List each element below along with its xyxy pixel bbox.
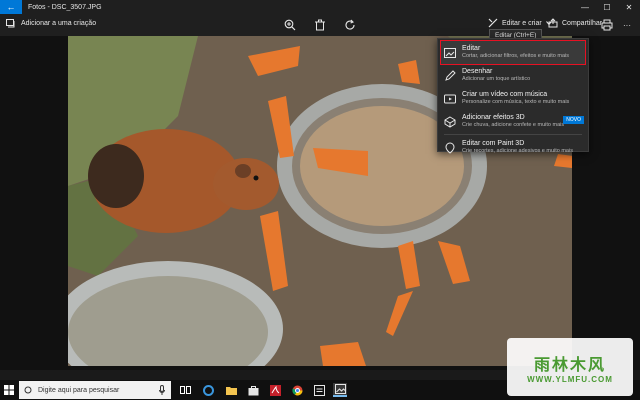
add-to-creation-button[interactable]: Adicionar a uma criação [6,18,96,28]
menu-item-label: Adicionar efeitos 3D [462,114,525,121]
store-icon [248,385,258,395]
share-label: Compartilhar [562,19,603,27]
edge-button[interactable] [201,383,215,397]
edit-create-label: Editar e criar [502,19,542,27]
edit-create-button[interactable]: Editar e criar [488,18,552,28]
print-button[interactable] [600,18,614,32]
close-button[interactable]: ✕ [618,0,640,14]
add-to-creation-icon [6,19,15,28]
back-button[interactable]: ← [0,0,22,14]
3d-effects-icon [444,116,456,128]
window-controls: — ☐ ✕ [574,0,640,14]
print-icon [601,19,613,31]
edit-create-menu: Editar Cortar, adicionar filtros, efeito… [437,38,589,154]
chrome-button[interactable] [290,383,304,397]
watermark-chinese-text: 雨林木风 [533,354,606,374]
image-edit-icon [444,48,456,58]
edge-icon [202,384,214,396]
windows-logo-icon [4,385,14,395]
photos-icon [334,384,346,394]
file-explorer-button[interactable] [224,383,238,397]
folder-icon [225,386,237,395]
minimize-button[interactable]: — [574,0,596,14]
window-title: Fotos - DSC_3507.JPG [28,3,102,11]
start-button[interactable] [2,383,16,397]
sticky-notes-icon [313,384,325,396]
menu-item-label: Desenhar [462,68,493,75]
acrobat-icon [269,384,281,396]
video-icon [444,94,456,104]
menu-item-draw[interactable]: Desenhar Adicionar um toque artístico [438,64,588,87]
share-button[interactable]: Compartilhar [548,18,602,28]
share-icon [548,18,558,28]
menu-item-create-video[interactable]: Criar um vídeo com música Personalize co… [438,87,588,110]
more-options-button[interactable]: ··· [620,18,634,32]
back-arrow-icon: ← [6,2,16,12]
photos-app-button[interactable] [333,383,347,397]
menu-divider [444,134,582,135]
zoom-icon [284,19,296,31]
microphone-icon [159,385,165,395]
menu-item-3d-effects[interactable]: Adicionar efeitos 3D Crie chuva, adicion… [438,110,588,133]
menu-item-description: Crie chuva, adicione confete e muito mai… [462,122,565,128]
menu-item-edit[interactable]: Editar Cortar, adicionar filtros, efeito… [440,40,586,65]
menu-item-paint3d[interactable]: Editar com Paint 3D Crie recortes, adici… [438,136,588,159]
paint3d-icon [445,142,455,154]
menu-item-description: Personalize com música, texto e muito ma… [462,99,570,105]
title-bar: ← Fotos - DSC_3507.JPG — ☐ ✕ [0,0,640,14]
store-button[interactable] [246,383,260,397]
trash-icon [315,19,325,31]
menu-item-label: Editar [462,45,481,52]
task-view-icon [179,386,191,394]
menu-item-description: Crie recortes, adicione adesivos e muito… [462,148,573,154]
taskbar-search-box[interactable]: Digite aqui para pesquisar [19,381,171,399]
zoom-button[interactable] [283,18,297,32]
delete-button[interactable] [313,18,327,32]
add-to-creation-label: Adicionar a uma criação [21,19,97,27]
acrobat-button[interactable] [268,383,282,397]
rotate-icon [345,19,355,30]
task-view-button[interactable] [178,383,192,397]
new-badge: NOVO [563,116,584,124]
maximize-button[interactable]: ☐ [596,0,618,14]
menu-item-description: Cortar, adicionar filtros, efeitos e mui… [462,53,569,59]
chrome-icon [291,385,302,395]
search-placeholder: Digite aqui para pesquisar [38,386,120,394]
watermark-url: WWW.YLMFU.COM [527,374,613,384]
menu-item-label: Editar com Paint 3D [462,140,525,147]
rotate-button[interactable] [343,18,357,32]
menu-item-description: Adicionar um toque artístico [462,76,531,82]
sticky-notes-button[interactable] [312,383,326,397]
menu-item-label: Criar um vídeo com música [462,91,548,98]
pen-icon [445,70,456,81]
search-icon [24,386,32,394]
toolbar: Adicionar a uma criação Editar e criar C… [0,14,640,36]
edit-create-icon [488,18,498,28]
watermark-logo: 雨林木风 WWW.YLMFU.COM [507,338,633,396]
